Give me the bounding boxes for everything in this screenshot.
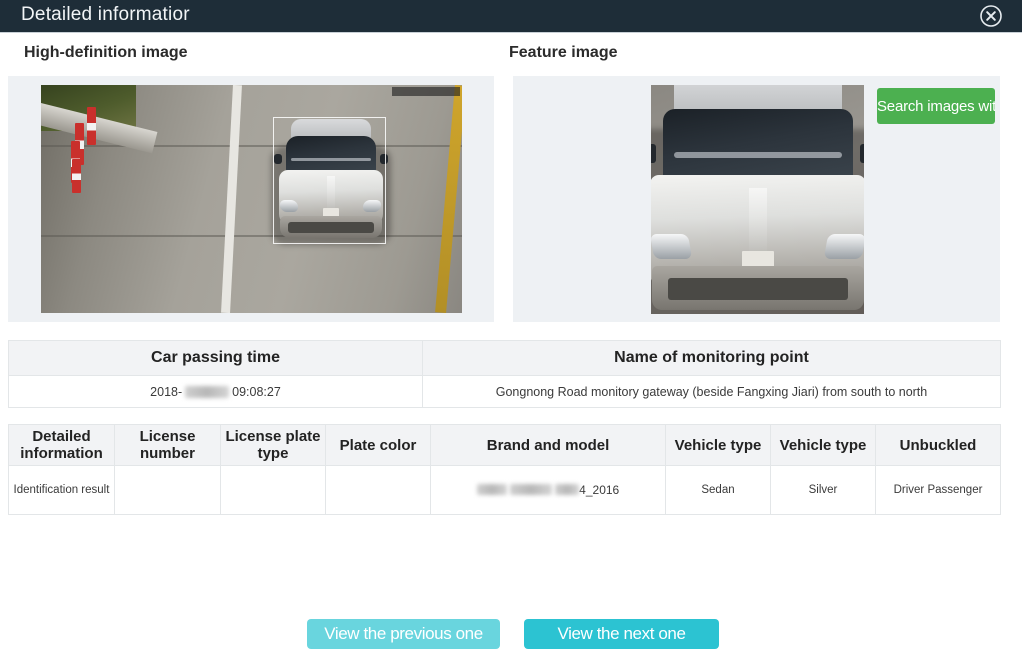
- cell-unbuckled: Driver Passenger: [875, 465, 1001, 515]
- road-seam: [41, 235, 462, 237]
- header-vehicle-color: Vehicle type: [770, 424, 876, 466]
- table-header-row: Detailed information License number Lice…: [8, 424, 1001, 466]
- feature-vehicle-crop[interactable]: [651, 85, 864, 314]
- cell-vehicle-color: Silver: [770, 465, 876, 515]
- header-license-number: License number: [114, 424, 221, 466]
- detection-bounding-box: [273, 117, 386, 244]
- redacted-date-part: [185, 386, 230, 399]
- cell-plate-color: [325, 465, 431, 515]
- side-mirror: [651, 143, 657, 164]
- redacted-brand-part: [509, 484, 552, 496]
- view-next-button[interactable]: View the next one: [524, 619, 719, 649]
- header-plate-color: Plate color: [325, 424, 431, 466]
- feature-image-section-title: Feature image: [509, 44, 618, 61]
- windshield: [663, 109, 853, 186]
- search-images-with-image-button[interactable]: Search images with a image: [877, 88, 995, 124]
- header-monitoring-point: Name of monitoring point: [422, 340, 1001, 376]
- cell-license-plate-type: [220, 465, 326, 515]
- header-brand-and-model: Brand and model: [430, 424, 666, 466]
- camera-timestamp-overlay: [392, 87, 460, 96]
- table-header-row: Car passing time Name of monitoring poin…: [8, 340, 1001, 376]
- table-row: 2018- 09:08:27 Gongnong Road monitory gat…: [8, 375, 1001, 408]
- header-license-plate-type: License plate type: [220, 424, 326, 466]
- headlight-left: [651, 234, 693, 259]
- header-detailed-information: Detailed information: [8, 424, 115, 466]
- cell-vehicle-type: Sedan: [665, 465, 771, 515]
- passing-time-prefix: 2018-: [150, 384, 183, 399]
- hd-surveillance-photo[interactable]: [41, 85, 462, 313]
- passing-time-suffix: 09:08:27: [232, 384, 281, 399]
- cell-license-number: [114, 465, 221, 515]
- cell-car-passing-time: 2018- 09:08:27: [8, 375, 423, 408]
- header-unbuckled: Unbuckled: [875, 424, 1001, 466]
- window-titlebar: Detailed informatior: [0, 0, 1022, 33]
- cell-monitoring-point: Gongnong Road monitory gateway (beside F…: [422, 375, 1001, 408]
- redacted-brand-part: [555, 484, 580, 496]
- guardrail-post: [72, 159, 81, 193]
- hd-image-section-title: High-definition image: [24, 44, 188, 61]
- close-icon[interactable]: [979, 4, 1003, 28]
- passing-summary-table: Car passing time Name of monitoring poin…: [8, 340, 1001, 408]
- guardrail-post: [87, 107, 96, 145]
- road-seam: [41, 145, 462, 147]
- view-previous-button[interactable]: View the previous one: [307, 619, 500, 649]
- window-title: Detailed informatior: [21, 4, 190, 25]
- headlight-right: [823, 234, 864, 259]
- hd-image-panel: Full screen view: [8, 76, 494, 322]
- header-vehicle-type: Vehicle type: [665, 424, 771, 466]
- header-car-passing-time: Car passing time: [8, 340, 423, 376]
- redacted-brand-part: [476, 484, 507, 496]
- table-row: Identification result 4_2016 Sedan Silve…: [8, 465, 1001, 515]
- lower-grille: [667, 278, 849, 301]
- cell-detailed-information: Identification result: [8, 465, 115, 515]
- vehicle-detail-table: Detailed information License number Lice…: [8, 424, 1001, 515]
- brand-model-suffix: 4_2016: [579, 482, 620, 497]
- vehicle-silver-hatchback-closeup: [651, 85, 864, 314]
- side-mirror: [859, 143, 864, 164]
- cell-brand-and-model: 4_2016: [430, 465, 666, 515]
